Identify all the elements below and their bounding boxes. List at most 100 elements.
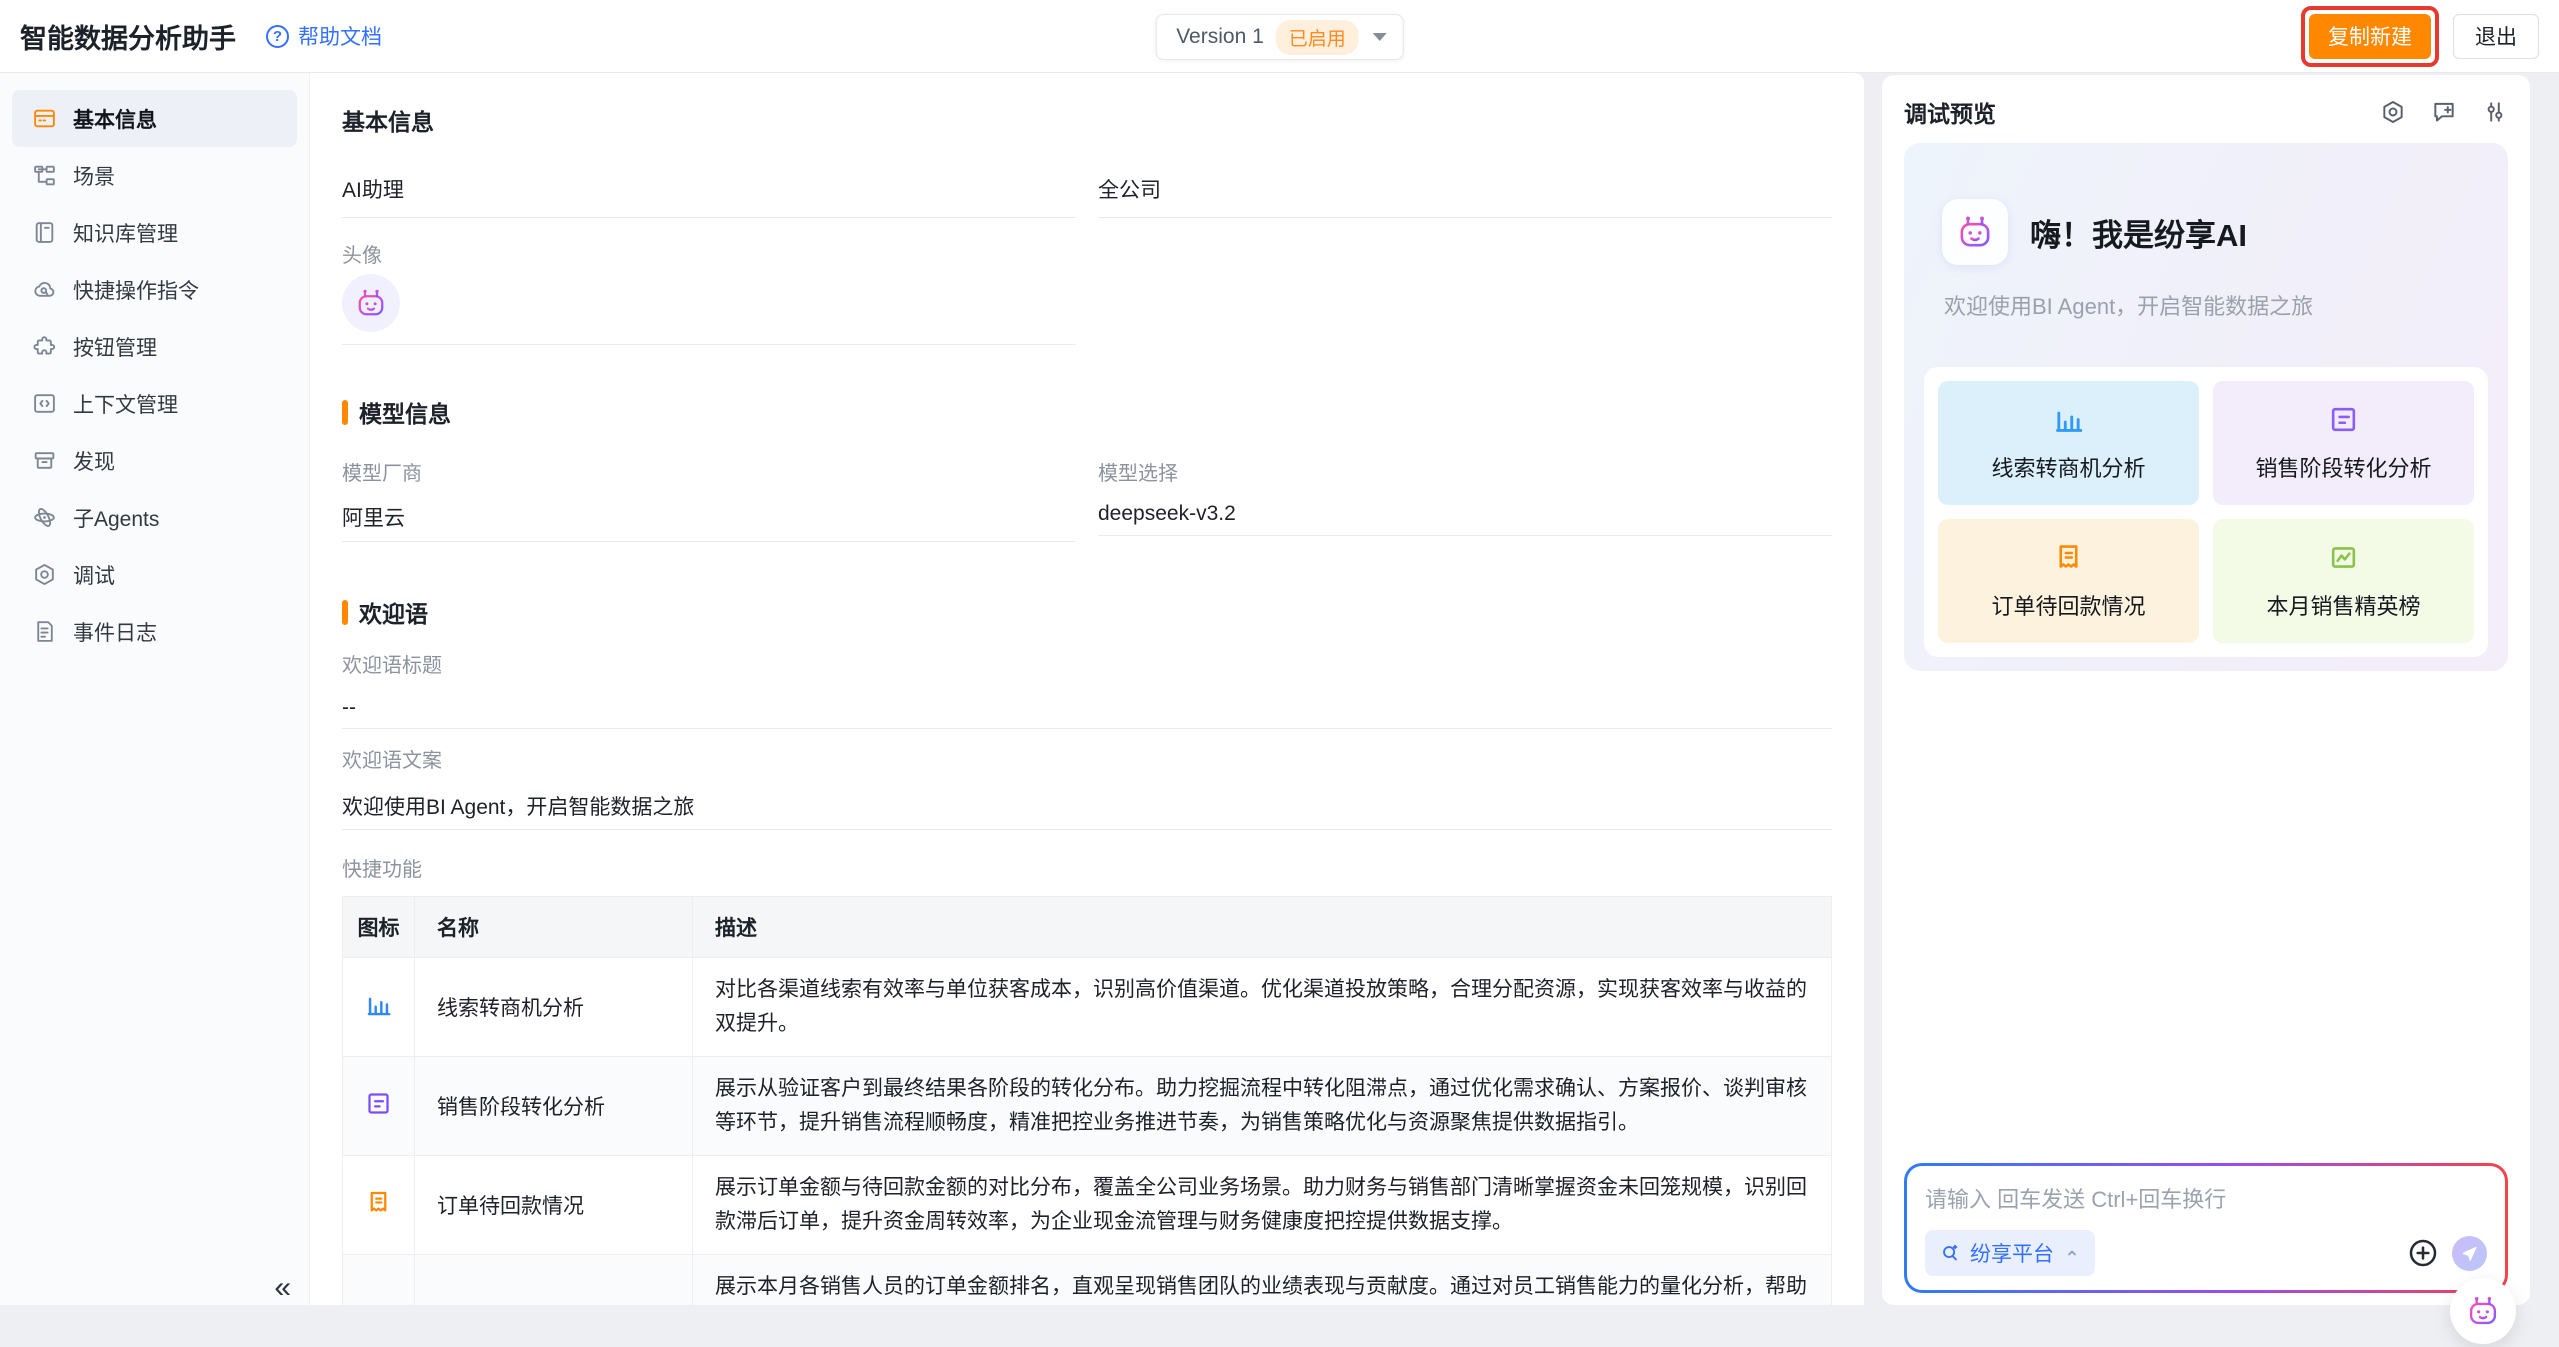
- row-function-desc: 对比各渠道线索有效率与单位获客成本，识别高价值渠道。优化渠道投放策略，合理分配资…: [693, 958, 1832, 1057]
- col-icon-header: 图标: [343, 897, 415, 958]
- collapse-sidebar-button[interactable]: «: [274, 1273, 291, 1303]
- toolbar-icon-debug[interactable]: [2380, 99, 2406, 125]
- preview-title: 调试预览: [1904, 95, 1996, 129]
- quick-functions-table: 图标 名称 描述 线索转商机分析 对比各渠道线索有效率与单位获客成本，识别高价值…: [342, 896, 1832, 1305]
- section-welcome-title: 欢迎语: [359, 595, 428, 629]
- chevron-down-icon: [1373, 33, 1387, 41]
- chat-input-box: 请输入 回车发送 Ctrl+回车换行 纷享平台: [1904, 1163, 2508, 1293]
- toolbar-icon-settings[interactable]: [2482, 99, 2508, 125]
- avatar-field: 头像: [342, 239, 1076, 345]
- section-basic-title: 基本信息: [342, 103, 1832, 137]
- sidebar-item-icon: [32, 334, 57, 359]
- sidebar-item-event-log[interactable]: 事件日志: [12, 603, 297, 660]
- quick-action-card-lead-analysis[interactable]: 线索转商机分析: [1938, 381, 2199, 505]
- status-badge: 已启用: [1276, 20, 1359, 55]
- search-sparkle-icon: [1939, 1242, 1961, 1264]
- main-content: 基本信息 AI助理 全公司 头像: [310, 73, 1864, 1305]
- row-function-name: 线索转商机分析: [415, 958, 693, 1057]
- welcome-title-value: --: [342, 696, 1832, 720]
- row-function-desc: 展示本月各销售人员的订单金额排名，直观呈现销售团队的业绩表现与贡献度。通过对员工…: [693, 1255, 1832, 1306]
- sidebar-item-knowledge-base[interactable]: 知识库管理: [12, 204, 297, 261]
- sidebar-item-label: 上下文管理: [73, 389, 178, 419]
- row-function-name: 本月销售精英榜: [415, 1255, 693, 1306]
- assistant-name-field[interactable]: AI助理: [342, 174, 1076, 218]
- toolbar-icon-new-chat[interactable]: [2431, 99, 2457, 125]
- assistant-float-button[interactable]: [2450, 1278, 2516, 1344]
- section-welcome-header: 欢迎语: [342, 595, 1832, 629]
- attach-button[interactable]: [2407, 1237, 2439, 1269]
- sidebar-item-debug[interactable]: 调试: [12, 546, 297, 603]
- sidebar-item-icon: [32, 163, 57, 188]
- sidebar-item-label: 知识库管理: [73, 218, 178, 248]
- row-function-name: 订单待回款情况: [415, 1156, 693, 1255]
- version-label: Version 1: [1176, 25, 1264, 49]
- quick-action-card-sales-ranking[interactable]: 本月销售精英榜: [2213, 519, 2474, 643]
- platform-selector[interactable]: 纷享平台: [1925, 1230, 2095, 1276]
- welcome-title-label: 欢迎语标题: [342, 649, 1832, 678]
- section-model-header: 模型信息: [342, 395, 1832, 429]
- table-row: 订单待回款情况 展示订单金额与待回款金额的对比分布，覆盖全公司业务场景。助力财务…: [343, 1156, 1832, 1255]
- col-name-header: 名称: [415, 897, 693, 958]
- quick-functions-label: 快捷功能: [342, 853, 1832, 882]
- sidebar-item-sub-agents[interactable]: 子Agents: [12, 489, 297, 546]
- sidebar: 基本信息 场景 知识库管理 快捷操作指令 按钮管理 上下文管理: [0, 73, 310, 1305]
- welcome-subtitle: 欢迎使用BI Agent，开启智能数据之旅: [1944, 289, 2488, 321]
- send-icon: [2460, 1244, 2479, 1263]
- quick-card-icon: [2053, 542, 2084, 573]
- table-row: 线索转商机分析 对比各渠道线索有效率与单位获客成本，识别高价值渠道。优化渠道投放…: [343, 958, 1832, 1057]
- quick-card-icon: [2053, 404, 2084, 435]
- row-function-icon: [365, 1090, 392, 1117]
- avatar-label: 头像: [342, 239, 1076, 268]
- exit-button[interactable]: 退出: [2453, 14, 2539, 59]
- avatar[interactable]: [342, 274, 400, 332]
- sidebar-item-quick-commands[interactable]: 快捷操作指令: [12, 261, 297, 318]
- preview-toolbar: [2380, 99, 2508, 125]
- send-button[interactable]: [2452, 1236, 2487, 1271]
- page: 智能数据分析助手 ? 帮助文档 Version 1 已启用 复制新建 退出 基本…: [0, 0, 2559, 1347]
- welcome-card: 嗨！我是纷享AI 欢迎使用BI Agent，开启智能数据之旅 线索转商机分析 销…: [1904, 143, 2508, 671]
- quick-card-icon: [2328, 404, 2359, 435]
- row-function-icon: [365, 991, 392, 1018]
- table-header-row: 图标 名称 描述: [343, 897, 1832, 958]
- help-link[interactable]: ? 帮助文档: [266, 21, 382, 51]
- welcome-heading: 嗨！我是纷享AI: [2030, 210, 2247, 255]
- quick-cards-grid: 线索转商机分析 销售阶段转化分析 订单待回款情况 本月销售精英榜: [1924, 367, 2488, 657]
- sidebar-item-label: 发现: [73, 446, 115, 476]
- quick-card-icon: [2328, 542, 2359, 573]
- sidebar-item-icon: [32, 277, 57, 302]
- welcome-text-value: 欢迎使用BI Agent，开启智能数据之旅: [342, 791, 1832, 821]
- sidebar-item-basic-info[interactable]: 基本信息: [12, 90, 297, 147]
- version-selector[interactable]: Version 1 已启用: [1155, 14, 1404, 60]
- quick-card-label: 线索转商机分析: [1991, 451, 2145, 483]
- platform-label: 纷享平台: [1970, 1238, 2054, 1268]
- copy-new-button[interactable]: 复制新建: [2309, 14, 2431, 59]
- sidebar-item-icon: [32, 505, 57, 530]
- page-title: 智能数据分析助手: [20, 17, 236, 56]
- quick-card-label: 本月销售精英榜: [2266, 589, 2420, 621]
- robot-avatar-icon: [2464, 1292, 2502, 1330]
- table-row: 本月销售精英榜 展示本月各销售人员的订单金额排名，直观呈现销售团队的业绩表现与贡…: [343, 1255, 1832, 1306]
- sidebar-item-icon: [32, 562, 57, 587]
- help-link-label: 帮助文档: [298, 21, 382, 51]
- chat-input[interactable]: 请输入 回车发送 Ctrl+回车换行: [1925, 1182, 2487, 1214]
- visibility-scope-field[interactable]: 全公司: [1098, 174, 1832, 218]
- visibility-scope-value: 全公司: [1098, 174, 1832, 204]
- model-vendor-value: 阿里云: [342, 502, 1076, 532]
- sidebar-item-label: 按钮管理: [73, 332, 157, 362]
- sidebar-item-label: 场景: [73, 161, 115, 191]
- section-model-title: 模型信息: [359, 395, 451, 429]
- sidebar-item-label: 子Agents: [73, 503, 159, 533]
- row-function-icon: [365, 1305, 392, 1306]
- assistant-name-value: AI助理: [342, 174, 1076, 204]
- row-function-icon: [365, 1189, 392, 1216]
- quick-action-card-stage-analysis[interactable]: 销售阶段转化分析: [2213, 381, 2474, 505]
- chevron-up-icon: [2063, 1244, 2081, 1262]
- section-accent-bar: [342, 400, 348, 425]
- sidebar-item-scene[interactable]: 场景: [12, 147, 297, 204]
- quick-action-card-order-receivable[interactable]: 订单待回款情况: [1938, 519, 2199, 643]
- sidebar-item-context-management[interactable]: 上下文管理: [12, 375, 297, 432]
- sidebar-item-icon: [32, 220, 57, 245]
- sidebar-item-discover[interactable]: 发现: [12, 432, 297, 489]
- sidebar-item-icon: [32, 448, 57, 473]
- sidebar-item-button-management[interactable]: 按钮管理: [12, 318, 297, 375]
